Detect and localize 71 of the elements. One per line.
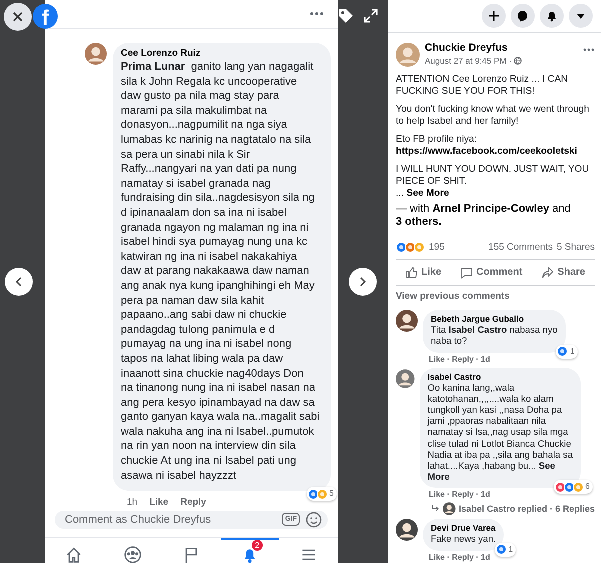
post-text: Eto FB profile niya: (396, 134, 478, 146)
post-text: ATTENTION Cee Lorenzo Ruiz ... I CAN FUCKING SUE YOU FOR THIS! (396, 74, 570, 98)
comment-text: Oo kanina lang,,wala katotohanan,,,,....wala ko alam tungkoll yan kasi ,,nasa Doha pa jami ,ppaoras nabalitaan nila namatay si Isa,,nag usap sila mga clise tulad ni Lotlot Bianca Chuckie Nadia at iba pa ,,sila ang bahala sa lahat....Kaya ,habang bu... See More (428, 382, 573, 484)
post-author[interactable]: Chuckie Dreyfus (425, 42, 578, 55)
messenger-button[interactable] (511, 4, 535, 28)
like-button[interactable]: Like (400, 262, 448, 283)
home-icon (65, 546, 84, 563)
bell-tab[interactable]: 2 (220, 538, 280, 563)
back-button[interactable] (5, 268, 33, 296)
view-previous-comments-link[interactable]: View previous comments (396, 290, 595, 304)
comment-text: Tita Isabel Castro nabasa nyo naba to? (431, 325, 558, 348)
comment-author[interactable]: Isabel Castro (428, 372, 573, 383)
expand-icon[interactable] (364, 9, 378, 23)
post-text: I WILL HUNT YOU DOWN. JUST WAIT, YOU PIECE OF SHIT. (396, 164, 590, 188)
reaction-count: 6 (586, 481, 590, 494)
share-button[interactable]: Share (536, 262, 592, 283)
notifications-button[interactable] (540, 4, 564, 28)
comments-count[interactable]: 155 Comments (488, 240, 553, 255)
comment-button[interactable]: Comment (454, 262, 529, 283)
emoji-icon[interactable] (306, 512, 322, 528)
share-icon (542, 266, 554, 278)
comment-action-link[interactable]: Reply (180, 496, 206, 510)
more-icon[interactable] (310, 12, 324, 16)
like-icon (406, 266, 418, 278)
avatar (396, 519, 418, 542)
plus-icon (488, 10, 500, 22)
comment-icon (460, 266, 473, 278)
plus-button[interactable] (482, 4, 506, 28)
avatar (85, 43, 107, 66)
avatar (396, 310, 418, 332)
reaction-icon (396, 242, 407, 254)
comment-author[interactable]: Devi Drue Varea (431, 523, 496, 534)
reaction-count: 1 (508, 544, 514, 556)
reaction-count: 5 (330, 488, 334, 500)
post-time[interactable]: August 27 at 9:45 PM · (425, 55, 512, 68)
avatar (396, 42, 420, 67)
comment-time: 1h (127, 496, 138, 510)
ellipsis-text: ... (396, 188, 405, 199)
see-more-link[interactable]: See More (406, 188, 450, 199)
comment-meta: Like · Reply · 1d (428, 552, 492, 563)
avatar (443, 502, 456, 516)
shares-count[interactable]: 5 Shares (556, 240, 595, 255)
globe-icon (514, 57, 522, 66)
close-icon (12, 11, 24, 23)
more-icon[interactable] (583, 48, 595, 52)
caret-down-button[interactable] (569, 4, 593, 28)
post-text: You don't fucking know what we went through to help Isabel and her family! (396, 104, 590, 128)
avatar (396, 368, 415, 390)
comment-author[interactable]: Bebeth Jargue Guballo (431, 314, 558, 326)
groups-icon (124, 546, 142, 563)
tagged-people: — with Arnel Principe-Cowley and 3 others. (396, 202, 572, 229)
comment-author[interactable]: Cee Lorenzo Ruiz (121, 48, 323, 60)
facebook-logo[interactable]: f (33, 4, 58, 29)
reply-arrow-icon (432, 505, 440, 514)
reaction-icon (405, 242, 416, 254)
comment-text: Prima Lunar ganito lang yan nagagalit sila k John Regala kc uncooperative daw gusto pa nila mag stay para marami pa sila makulimbat na donasyon...nagpumilit na nga siya lumabas kc narinig na nagtatalo na sila sa pera un sinabi nila k Sir Raffy...nangyari na yan dati pa nung namatay si isabel granada nag fundraising din sila..nagdesisyon sila ng d ipinanaalam don sa ina ni isabel granada ngayon ng malaman ng ina ni isabel hindi sya pumayag nung una kc katwiran ng ina ni isabel nakakahiya daw at parang nakakaawa daw naman ang anak nya kung ipanghihingi eh May pera pa naman daw sila kahit papaano..ang sabi daw ni chuckie pandagdag tulong panimula e d pumayag na ung ina ni isabel nong tapos na lahat libing wala pa daw inaanott sina chuckie nag40days Don na tinanong nung ina ni isabel nasan na ang pera kesyo ipinambayad na daw sa ganto ganyan kaya wala na..magalit sabi wala nakuha ang ina ni Isabel..pumutok na rin yan noon na interview din sila chuckie At ung ina ni Isabel pati ung asawa ni isabel hayzzzt (121, 60, 321, 484)
close-button[interactable] (4, 3, 32, 31)
reaction-count[interactable]: 195 (429, 240, 445, 255)
notification-badge: 2 (252, 540, 263, 551)
comment-meta: Like · Reply · 1d (428, 354, 492, 365)
comment-meta: Like · Reply · 1d (428, 489, 492, 500)
replies-link[interactable]: Isabel Castro replied · 6 Replies (396, 500, 595, 516)
reaction-icon (414, 242, 425, 254)
reaction-count: 1 (570, 346, 575, 358)
next-button[interactable] (349, 268, 377, 296)
messenger-icon (517, 10, 529, 22)
comment-action-link[interactable]: Like (150, 496, 169, 510)
profile-link[interactable]: https://www.facebook.com/ceekooletski (396, 146, 595, 158)
tag-icon[interactable] (338, 8, 354, 24)
notifications-icon (546, 10, 558, 22)
comment-text: Fake news yan. (431, 534, 496, 546)
